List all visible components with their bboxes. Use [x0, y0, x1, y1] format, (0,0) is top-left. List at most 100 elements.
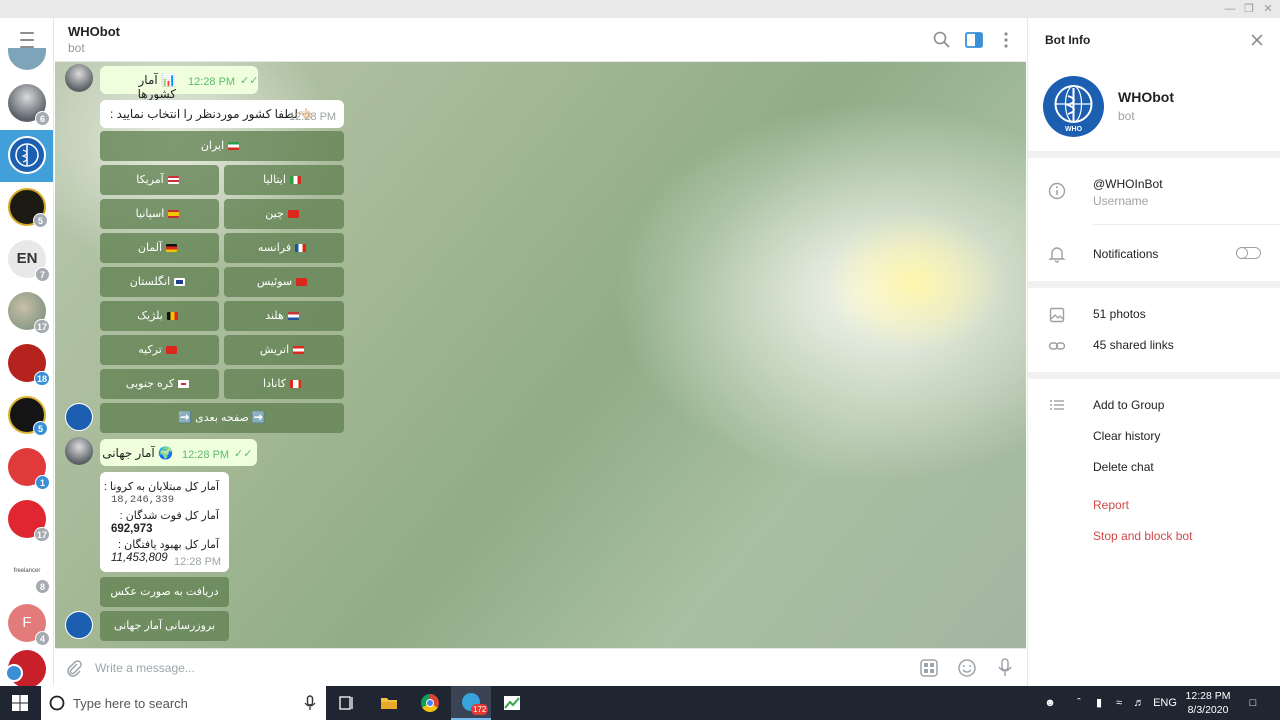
- keyboard-button-update-stats[interactable]: بروزرسانی آمار جهانی: [100, 611, 229, 641]
- keyboard-button-next-page[interactable]: ➡️ صفحه بعدی ➡️: [100, 403, 344, 433]
- file-explorer-icon[interactable]: [369, 686, 409, 720]
- microphone-icon[interactable]: [303, 695, 317, 711]
- chat-title: WHObot: [68, 24, 120, 39]
- recovered-label: آمار کل بهبود یافتگان :: [118, 539, 219, 551]
- bot-avatar-large: WHO: [1043, 76, 1104, 137]
- language-indicator[interactable]: ENG: [1152, 686, 1178, 720]
- shared-links-link[interactable]: 45 shared links: [1093, 338, 1174, 352]
- chat-avatar-channel[interactable]: [5, 650, 46, 686]
- keyboard-button-china[interactable]: چین: [224, 199, 344, 229]
- bot-keyboard-icon[interactable]: [919, 658, 939, 678]
- notifications-label: Notifications: [1093, 247, 1159, 261]
- people-icon[interactable]: ☻: [1040, 686, 1060, 720]
- keyboard-button-uk[interactable]: انگلستان: [100, 267, 219, 297]
- keyboard-button-netherlands[interactable]: هلند: [224, 301, 344, 331]
- chat-avatar-person[interactable]: 6: [8, 84, 50, 126]
- read-checkmark-icon: ✓✓: [240, 75, 259, 87]
- add-to-group-button[interactable]: Add to Group: [1093, 398, 1164, 412]
- username-value[interactable]: @WHOInBot: [1093, 177, 1163, 191]
- volume-icon[interactable]: ♬: [1130, 686, 1148, 720]
- delete-chat-button[interactable]: Delete chat: [1093, 460, 1154, 474]
- telegram-taskbar-icon[interactable]: 172: [451, 686, 491, 720]
- message-bubble-outgoing: 📊 آمار کشورها 12:28 PM ✓✓: [100, 66, 259, 101]
- infected-value: 18,246,339: [111, 494, 175, 506]
- taskbar-search-input[interactable]: [73, 694, 293, 712]
- message-input[interactable]: [95, 658, 895, 678]
- message-text: 👈🏻لطفا کشور موردنظر را انتخاب نمایید :: [110, 107, 313, 121]
- keyboard-button-iran[interactable]: ایران: [100, 131, 344, 161]
- telegram-unread-badge: 172: [471, 704, 489, 715]
- chat-avatar-group[interactable]: [8, 48, 46, 70]
- notification-center-icon[interactable]: □: [1244, 686, 1262, 720]
- report-button[interactable]: Report: [1093, 498, 1129, 512]
- unread-badge: 5: [33, 213, 48, 228]
- keyboard-button-germany[interactable]: آلمان: [100, 233, 219, 263]
- unread-badge: 8: [35, 579, 50, 594]
- attach-paperclip-icon[interactable]: [64, 658, 84, 678]
- close-window-icon[interactable]: ✕: [1259, 1, 1277, 17]
- chat-avatar-channel[interactable]: 5: [8, 188, 48, 228]
- chevron-up-icon[interactable]: ˆ: [1070, 686, 1088, 720]
- wifi-icon[interactable]: ≈: [1110, 686, 1128, 720]
- taskbar-clock[interactable]: 12:28 PM 8/3/2020: [1182, 689, 1234, 717]
- stop-and-block-button[interactable]: Stop and block bot: [1093, 529, 1192, 543]
- chrome-icon[interactable]: [410, 686, 450, 720]
- chat-avatar-channel[interactable]: 5: [8, 396, 48, 436]
- chat-messages-area: 📊 آمار کشورها 12:28 PM ✓✓ 👈🏻لطفا کشور مو…: [55, 62, 1026, 648]
- chat-avatar-en[interactable]: EN 7: [8, 240, 50, 282]
- keyboard-button-austria[interactable]: اتریش: [224, 335, 344, 365]
- chat-avatar-channel[interactable]: 18: [8, 344, 50, 386]
- infected-label: آمار کل مبتلایان به کرونا :: [103, 481, 219, 493]
- battery-icon[interactable]: ▮: [1090, 686, 1108, 720]
- unread-badge: 18: [33, 371, 50, 386]
- chat-avatar-channel[interactable]: 1: [8, 448, 50, 490]
- keyboard-button-canada[interactable]: کانادا: [224, 369, 344, 399]
- user-avatar: [65, 437, 93, 465]
- recovered-value: 11,453,809: [111, 552, 168, 564]
- chat-avatar-freelancer[interactable]: freelancer 8: [8, 552, 50, 594]
- keyboard-button-usa[interactable]: آمریکا: [100, 165, 219, 195]
- keyboard-button-get-image[interactable]: دریافت به صورت عکس: [100, 577, 229, 607]
- message-time: 12:28 PM: [174, 556, 222, 568]
- list-icon: [1050, 400, 1064, 410]
- message-text: 🌍 آمار جهانی: [102, 446, 173, 460]
- chat-list-sidebar: 6 5 EN 7 17 18 5 1 17 freelancer 8 F 4: [0, 18, 54, 686]
- chat-avatar-photo[interactable]: 17: [8, 292, 50, 334]
- minimize-icon[interactable]: —: [1221, 1, 1239, 17]
- photo-icon: [1049, 307, 1065, 323]
- hamburger-menu-icon[interactable]: [13, 32, 41, 48]
- app-icon[interactable]: [492, 686, 532, 720]
- keyboard-button-italy[interactable]: ایتالیا: [224, 165, 344, 195]
- bot-avatar: [65, 403, 93, 431]
- clear-history-button[interactable]: Clear history: [1093, 429, 1160, 443]
- clock-time: 12:28 PM: [1185, 690, 1231, 702]
- keyboard-button-turkey[interactable]: ترکیه: [100, 335, 219, 365]
- keyboard-button-switzerland[interactable]: سوئیس: [224, 267, 344, 297]
- photos-link[interactable]: 51 photos: [1093, 307, 1146, 321]
- chat-avatar-letter[interactable]: F 4: [8, 604, 50, 646]
- row-divider: [1093, 224, 1280, 225]
- more-options-icon[interactable]: [995, 29, 1017, 51]
- close-icon[interactable]: [1248, 31, 1266, 49]
- chat-avatar-who[interactable]: [8, 136, 46, 174]
- keyboard-button-south-korea[interactable]: کره جنوبی: [100, 369, 219, 399]
- emoji-icon[interactable]: [957, 658, 977, 678]
- taskbar-search-box[interactable]: [41, 686, 326, 720]
- panel-title: Bot Info: [1045, 33, 1091, 47]
- read-checkmark-icon: ✓✓: [234, 448, 253, 460]
- deaths-value: 692,973: [111, 523, 153, 535]
- chat-avatar-channel[interactable]: 17: [8, 500, 50, 542]
- keyboard-button-spain[interactable]: اسپانیا: [100, 199, 219, 229]
- maximize-icon[interactable]: ❐: [1240, 1, 1258, 17]
- bot-avatar: [65, 611, 93, 639]
- keyboard-button-belgium[interactable]: بلژیک: [100, 301, 219, 331]
- microphone-icon[interactable]: [995, 657, 1015, 679]
- task-view-icon[interactable]: [327, 686, 367, 720]
- sidebar-toggle-icon[interactable]: [963, 29, 985, 51]
- keyboard-button-france[interactable]: فرانسه: [224, 233, 344, 263]
- message-text: 📊 آمار کشورها: [137, 73, 176, 101]
- windows-start-icon[interactable]: [12, 695, 28, 711]
- unread-badge: 6: [35, 111, 50, 126]
- search-icon[interactable]: [931, 29, 953, 51]
- notifications-toggle[interactable]: [1235, 246, 1261, 259]
